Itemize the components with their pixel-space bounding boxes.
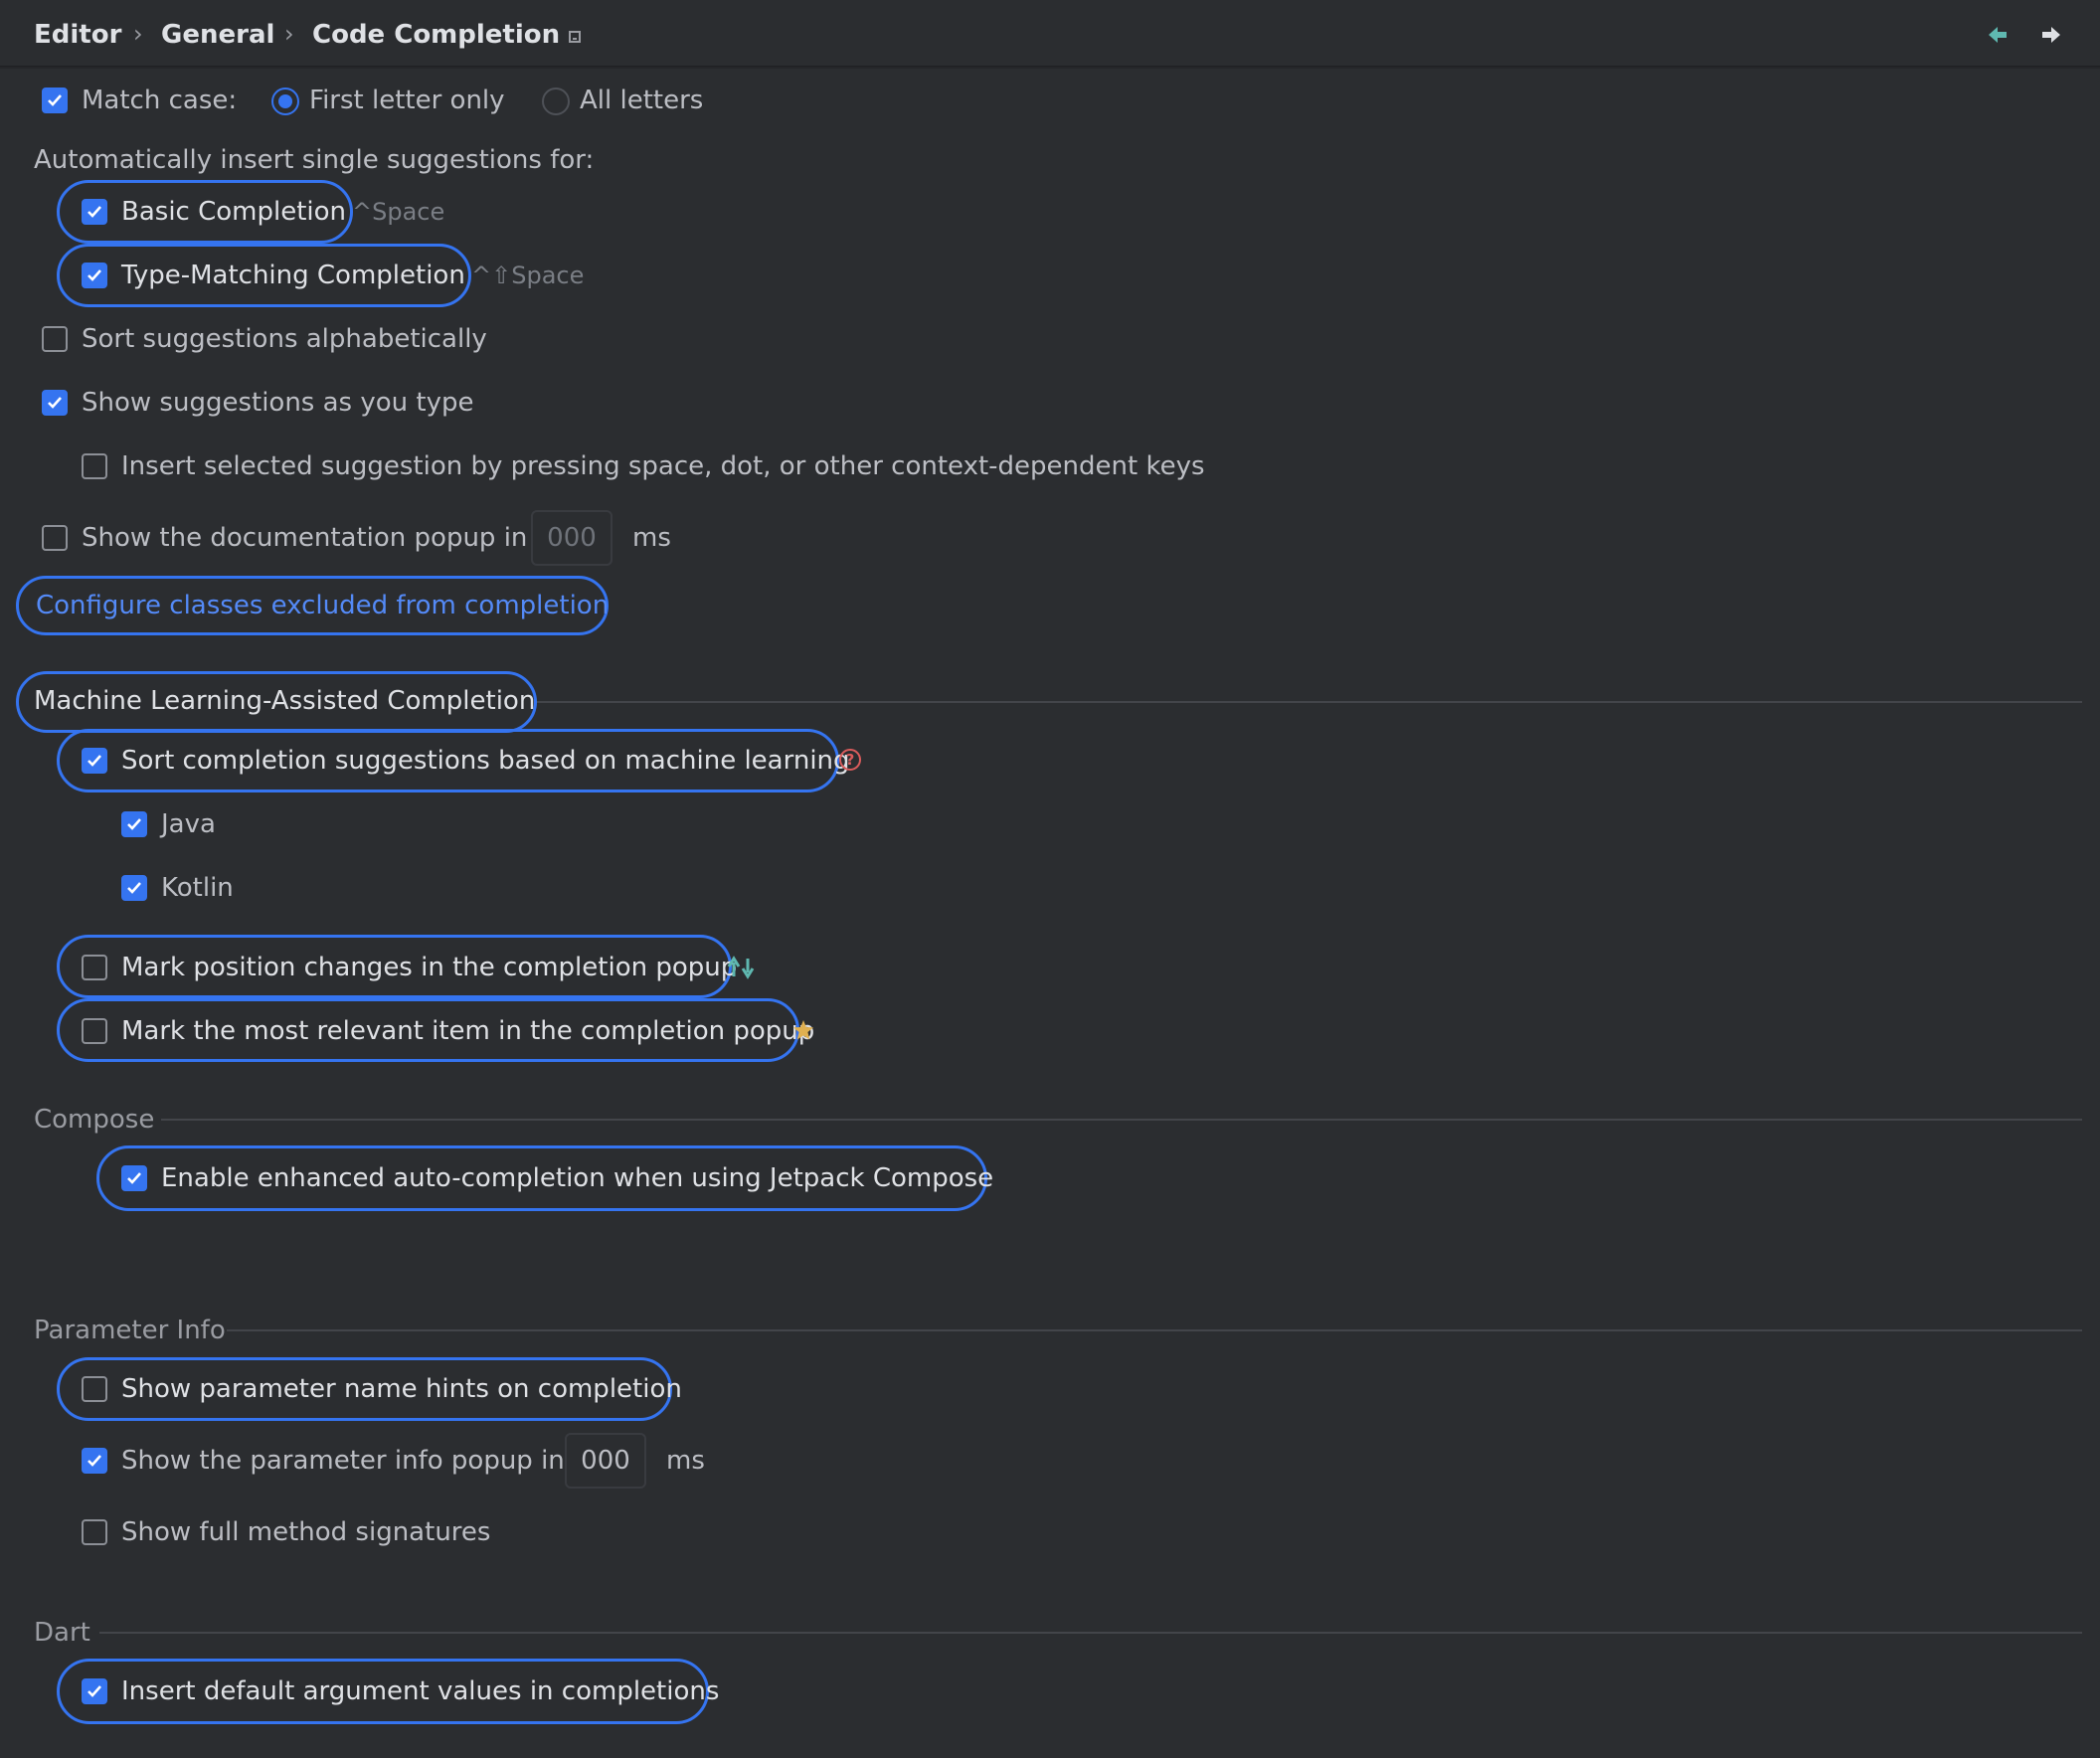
section-divider	[537, 701, 2082, 703]
basic-completion-checkbox[interactable]	[82, 199, 107, 225]
up-down-arrows-icon	[727, 956, 755, 979]
mark-most-relevant-checkbox[interactable]	[82, 1018, 107, 1044]
settings-header: Editor › General › Code Completion	[0, 0, 2100, 67]
match-case-checkbox[interactable]	[42, 88, 68, 113]
insert-default-argument-values-checkbox[interactable]	[82, 1678, 107, 1704]
dart-section-title: Dart	[34, 1618, 90, 1648]
documentation-popup-label: Show the documentation popup in	[82, 523, 528, 553]
basic-completion-label: Basic Completion	[121, 197, 347, 227]
back-arrow-icon[interactable]	[1985, 20, 2014, 50]
pin-icon[interactable]	[569, 31, 581, 43]
insert-selected-suggestion-label: Insert selected suggestion by pressing s…	[121, 451, 1205, 481]
type-matching-completion-label: Type-Matching Completion	[121, 261, 465, 290]
documentation-popup-delay-input[interactable]: 000	[531, 510, 612, 566]
ml-section-title: Machine Learning-Assisted Completion	[34, 686, 536, 716]
show-suggestions-as-you-type-checkbox[interactable]	[42, 390, 68, 416]
section-divider	[161, 1119, 2082, 1121]
kotlin-label: Kotlin	[161, 873, 234, 903]
parameter-info-popup-unit: ms	[666, 1446, 705, 1476]
breadcrumb-separator: ›	[284, 20, 294, 48]
first-letter-only-radio[interactable]	[271, 88, 299, 115]
enhanced-compose-completion-checkbox[interactable]	[121, 1165, 147, 1191]
section-divider	[227, 1329, 2082, 1331]
parameter-name-hints-label: Show parameter name hints on completion	[121, 1374, 682, 1404]
all-letters-label: All letters	[580, 86, 704, 115]
java-checkbox[interactable]	[121, 811, 147, 837]
breadcrumb-separator: ›	[133, 20, 143, 48]
mark-position-changes-label: Mark position changes in the completion …	[121, 953, 738, 982]
parameter-name-hints-checkbox[interactable]	[82, 1376, 107, 1402]
java-label: Java	[161, 809, 216, 839]
parameter-info-popup-label: Show the parameter info popup in	[121, 1446, 565, 1476]
all-letters-radio[interactable]	[542, 88, 570, 115]
insert-default-argument-values-label: Insert default argument values in comple…	[121, 1676, 720, 1706]
parameter-info-section-title: Parameter Info	[34, 1316, 226, 1345]
sort-ml-checkbox[interactable]	[82, 748, 107, 774]
breadcrumb-editor[interactable]: Editor	[34, 20, 121, 50]
code-completion-settings-page: Editor › General › Code Completion Match…	[0, 0, 2100, 1758]
insert-selected-suggestion-checkbox[interactable]	[82, 453, 107, 479]
section-divider	[99, 1632, 2082, 1634]
auto-insert-heading: Automatically insert single suggestions …	[34, 145, 595, 175]
documentation-popup-unit: ms	[632, 523, 671, 553]
breadcrumb-code-completion: Code Completion	[312, 20, 561, 50]
mark-position-changes-checkbox[interactable]	[82, 955, 107, 980]
match-case-label: Match case:	[82, 86, 238, 115]
star-icon	[793, 1020, 813, 1040]
parameter-info-popup-delay-input[interactable]: 000	[565, 1433, 646, 1489]
configure-excluded-classes-link[interactable]: Configure classes excluded from completi…	[36, 591, 609, 620]
parameter-info-popup-checkbox[interactable]	[82, 1448, 107, 1474]
first-letter-only-label: First letter only	[309, 86, 505, 115]
help-icon[interactable]: ?	[839, 749, 861, 771]
breadcrumb-general[interactable]: General	[161, 20, 274, 50]
documentation-popup-checkbox[interactable]	[42, 525, 68, 551]
kotlin-checkbox[interactable]	[121, 875, 147, 901]
compose-section-title: Compose	[34, 1105, 155, 1135]
enhanced-compose-completion-label: Enable enhanced auto-completion when usi…	[161, 1163, 994, 1193]
full-method-signatures-label: Show full method signatures	[121, 1517, 491, 1547]
sort-alphabetically-checkbox[interactable]	[42, 326, 68, 352]
type-matching-completion-shortcut: ^⇧Space	[471, 262, 585, 289]
forward-arrow-icon[interactable]	[2036, 20, 2066, 50]
basic-completion-shortcut: ^Space	[352, 198, 445, 226]
sort-alphabetically-label: Sort suggestions alphabetically	[82, 324, 487, 354]
type-matching-completion-checkbox[interactable]	[82, 263, 107, 288]
mark-most-relevant-label: Mark the most relevant item in the compl…	[121, 1016, 815, 1046]
full-method-signatures-checkbox[interactable]	[82, 1519, 107, 1545]
sort-ml-label: Sort completion suggestions based on mac…	[121, 746, 850, 776]
show-suggestions-as-you-type-label: Show suggestions as you type	[82, 388, 474, 418]
